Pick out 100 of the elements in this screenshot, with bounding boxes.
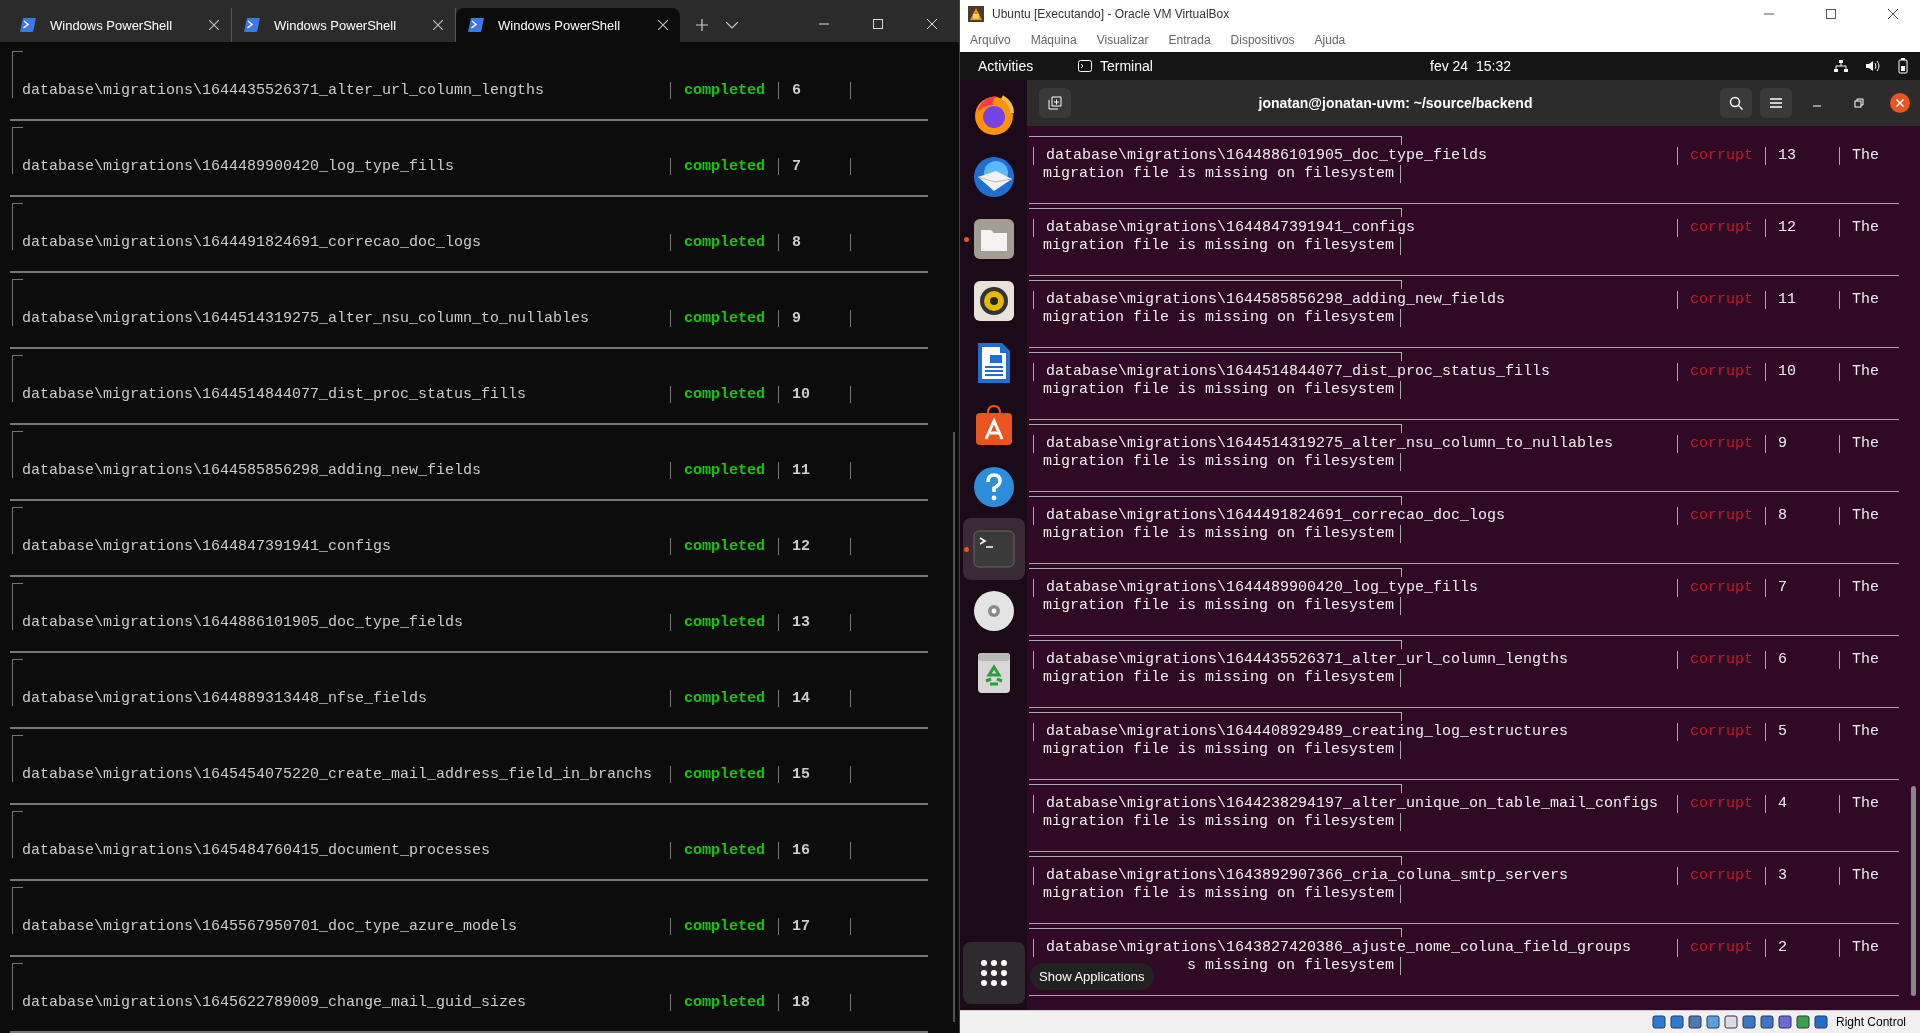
migration-name: database\migrations\1644435526371_alter_url_column_lengths (21, 81, 546, 99)
device-status-icon[interactable] (1687, 1015, 1702, 1029)
table-border (12, 279, 23, 326)
help-icon[interactable] (971, 465, 1016, 509)
table-border (12, 583, 23, 630)
table-border (12, 355, 23, 402)
window-title: Ubuntu [Executando] - Oracle VM VirtualBox (992, 7, 1230, 21)
show-applications-button[interactable] (962, 942, 1025, 1004)
batch-number: 16 (778, 841, 850, 859)
migration-name: database\migrations\1644847391941_configs (21, 537, 393, 555)
scrollbar[interactable] (953, 432, 955, 1022)
activities-button[interactable]: Activities (978, 58, 1078, 74)
terminal-title: jonatan@jonatan-uvm: ~/source/backend (1257, 95, 1534, 111)
close-icon[interactable] (209, 20, 219, 30)
close-icon[interactable] (658, 20, 668, 30)
migration-name: database\migrations\1644514319275_alter_nsu_column_to_nullables (1033, 435, 1677, 453)
migration-message: The (1839, 867, 1899, 885)
close-icon[interactable] (1890, 93, 1910, 113)
migration-name: database\migrations\1645567950701_doc_type_azure_models (21, 917, 519, 935)
disc-icon[interactable] (971, 589, 1016, 633)
terminal-tab[interactable]: Windows PowerShell (232, 8, 456, 42)
migration-name: database\migrations\1643892907366_cria_coluna_smtp_servers (1033, 867, 1677, 885)
menu-item[interactable]: Máquina (1030, 33, 1077, 47)
device-status-icon[interactable] (1777, 1015, 1792, 1029)
new-tab-icon[interactable] (696, 19, 708, 31)
migration-name: database\migrations\1644886101905_doc_type_fields (21, 613, 465, 631)
device-status-icon[interactable] (1813, 1015, 1828, 1029)
migration-message: The (1839, 579, 1899, 597)
migration-message: migration file is missing on filesystem (1029, 453, 1401, 471)
migration-name: database\migrations\1644514844077_dist_proc_status_fills (21, 385, 528, 403)
maximize-icon[interactable] (1826, 9, 1836, 19)
device-status-icon[interactable] (1741, 1015, 1756, 1029)
folder-icon[interactable] (971, 217, 1016, 261)
migration-status: corrupt (1677, 147, 1765, 165)
migration-message: The (1839, 291, 1899, 309)
migration-status: corrupt (1677, 795, 1765, 813)
batch-number: 15 (778, 765, 850, 783)
close-icon[interactable] (1888, 9, 1898, 19)
terminal-tab[interactable]: Windows PowerShell (8, 8, 232, 42)
migration-status: completed (670, 461, 778, 479)
batch-number: 11 (778, 461, 850, 479)
batch-number: 18 (778, 993, 850, 1011)
new-tab-button[interactable] (1039, 88, 1071, 118)
menu-item[interactable]: Dispositivos (1230, 33, 1295, 47)
menu-button[interactable] (1760, 88, 1792, 118)
tab-title: Windows PowerShell (50, 17, 174, 33)
device-status-icon[interactable] (1795, 1015, 1810, 1029)
migration-status: completed (670, 613, 778, 631)
menu-item[interactable]: Entrada (1168, 33, 1211, 47)
device-status-icon[interactable] (1723, 1015, 1738, 1029)
tab-title: Windows PowerShell (498, 17, 622, 33)
search-button[interactable] (1720, 88, 1752, 118)
migration-status: corrupt (1677, 291, 1765, 309)
network-icon[interactable] (1834, 60, 1848, 72)
batch-number: 10 (778, 385, 850, 403)
restore-icon[interactable] (1854, 98, 1864, 108)
migration-message: The (1839, 723, 1899, 741)
device-status-icon[interactable] (1705, 1015, 1720, 1029)
app-menu[interactable]: Terminal (1078, 58, 1153, 74)
migration-name: database\migrations\1644489900420_log_type_fills (21, 157, 456, 175)
migration-status: completed (670, 309, 778, 327)
device-status-icon[interactable] (1759, 1015, 1774, 1029)
clock[interactable]: fev 24 15:32 (1430, 58, 1511, 74)
migration-status: completed (670, 765, 778, 783)
batch-number: 6 (778, 81, 850, 99)
speaker-icon[interactable] (971, 279, 1016, 323)
migration-message: The (1839, 939, 1899, 957)
migration-name: database\migrations\1644408929489_creating_log_estructures (1033, 723, 1677, 741)
migration-status: completed (670, 917, 778, 935)
menu-item[interactable]: Visualizar (1096, 33, 1149, 47)
device-status-icon[interactable] (1651, 1015, 1666, 1029)
migration-name: database\migrations\1644847391941_configs (1033, 219, 1677, 237)
batch-number: 17 (778, 917, 850, 935)
virtualbox-icon (968, 6, 984, 22)
batch-number: 13 (1765, 147, 1839, 165)
new-tab-icon (1048, 96, 1062, 110)
table-border (12, 203, 23, 250)
menu-item[interactable]: Arquivo (970, 33, 1011, 47)
batch-number: 14 (778, 689, 850, 707)
scrollbar[interactable] (1911, 786, 1916, 996)
table-border (12, 963, 23, 1010)
menu-item[interactable]: Ajuda (1314, 33, 1346, 47)
device-status-icon[interactable] (1669, 1015, 1684, 1029)
terminal-icon (1078, 60, 1092, 72)
migration-status: completed (670, 841, 778, 859)
migration-message: migration file is missing on filesystem (1029, 525, 1401, 543)
migration-status: completed (670, 81, 778, 99)
chevron-down-icon[interactable] (726, 22, 738, 29)
table-border (12, 431, 23, 478)
mail-icon[interactable] (971, 155, 1016, 199)
battery-icon[interactable] (1898, 58, 1908, 74)
close-icon[interactable] (433, 20, 443, 30)
migration-status: corrupt (1677, 651, 1765, 669)
migration-status: completed (670, 385, 778, 403)
migration-status: corrupt (1677, 939, 1765, 957)
terminal-tab[interactable]: Windows PowerShell (456, 8, 680, 42)
migration-status: completed (670, 233, 778, 251)
volume-icon[interactable] (1866, 60, 1880, 72)
migration-message: migration file is missing on filesystem (1029, 165, 1401, 183)
migration-status: corrupt (1677, 579, 1765, 597)
